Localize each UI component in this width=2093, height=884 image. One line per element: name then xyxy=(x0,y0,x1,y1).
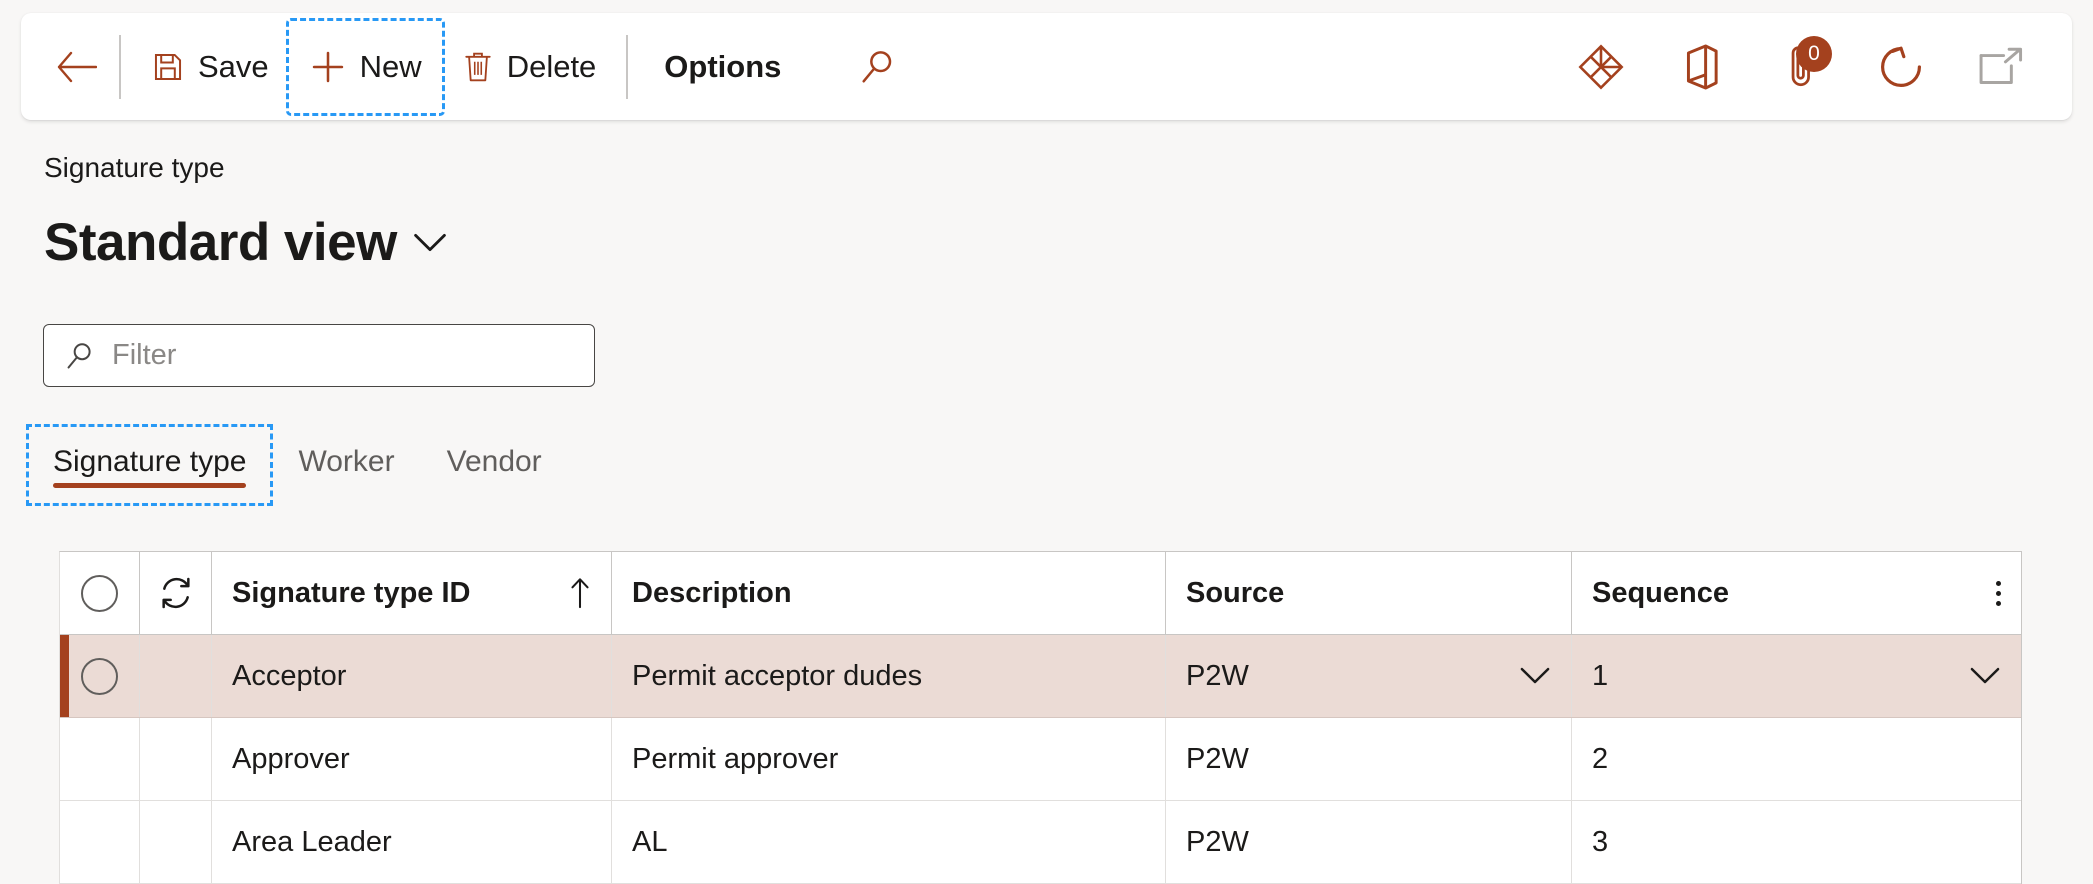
save-button[interactable]: Save xyxy=(131,30,289,104)
toolbar-search-button[interactable] xyxy=(851,40,905,94)
trash-icon xyxy=(465,52,491,81)
source-dropdown-chevron[interactable] xyxy=(1519,666,1551,686)
row-select-circle-icon[interactable] xyxy=(81,657,118,695)
tab-selected-underline xyxy=(53,483,247,488)
cell-sequence[interactable]: 2 xyxy=(1572,718,2021,800)
attachments-button[interactable]: 0 xyxy=(1774,35,1832,94)
cell-source[interactable]: P2W xyxy=(1166,801,1572,883)
more-options-vertical-icon[interactable] xyxy=(1986,580,2001,606)
options-button[interactable]: Options xyxy=(638,30,807,104)
column-header-label: Signature type ID xyxy=(232,576,471,609)
column-header-source[interactable]: Source xyxy=(1166,552,1572,634)
cell-sequence[interactable]: 3 xyxy=(1572,801,2021,883)
filter-field[interactable] xyxy=(43,324,595,387)
row-refresh-cell xyxy=(140,801,212,883)
cell-source-value: P2W xyxy=(1186,659,1249,692)
table-row[interactable]: Acceptor Permit acceptor dudes P2W 1 xyxy=(60,635,2021,718)
powerbi-diamond-button[interactable] xyxy=(1574,40,1628,94)
row-select-cell[interactable] xyxy=(60,801,140,883)
row-select-cell[interactable] xyxy=(60,718,140,800)
tab-strip: Signature type Worker Vendor xyxy=(25,424,568,506)
table-row[interactable]: Approver Permit approver P2W 2 xyxy=(60,718,2021,801)
chevron-down-icon xyxy=(414,233,446,251)
cell-signature-type-id[interactable]: Acceptor xyxy=(212,635,612,717)
sequence-dropdown-chevron[interactable] xyxy=(1969,666,2001,686)
dot xyxy=(1996,600,2001,606)
tab-worker-label: Worker xyxy=(298,445,395,478)
new-button[interactable]: New xyxy=(285,17,445,116)
toolbar-divider-2 xyxy=(626,34,629,99)
search-icon xyxy=(862,50,892,83)
tab-vendor[interactable]: Vendor xyxy=(421,425,568,505)
cell-source[interactable]: P2W xyxy=(1166,718,1572,800)
search-icon xyxy=(67,342,91,368)
sort-ascending-arrow-icon xyxy=(571,578,589,609)
column-header-label: Description xyxy=(632,576,792,609)
circle-select-all-icon[interactable] xyxy=(81,574,118,612)
refresh-icon xyxy=(1881,46,1921,87)
delete-button[interactable]: Delete xyxy=(442,30,617,104)
tab-signature-type-label: Signature type xyxy=(53,445,247,478)
plus-icon xyxy=(312,51,343,82)
column-header-label: Source xyxy=(1186,576,1285,609)
office-app-icon xyxy=(1686,43,1718,90)
dot xyxy=(1996,590,2001,596)
cell-source[interactable]: P2W xyxy=(1166,635,1572,717)
delete-button-label: Delete xyxy=(506,48,597,84)
column-header-description[interactable]: Description xyxy=(612,552,1166,634)
column-header-sequence[interactable]: Sequence xyxy=(1572,552,2021,634)
tab-vendor-label: Vendor xyxy=(446,445,542,478)
command-bar: Save New Delete Options 0 xyxy=(21,13,2072,120)
attachment-count-badge: 0 xyxy=(1796,35,1832,72)
select-all-cell[interactable] xyxy=(60,552,140,634)
refresh-sync-icon xyxy=(161,577,190,609)
new-button-label: New xyxy=(359,48,422,84)
command-bar-right-group: 0 xyxy=(1574,13,2058,120)
tab-worker[interactable]: Worker xyxy=(272,425,420,505)
cell-description[interactable]: Permit approver xyxy=(612,718,1166,800)
powerbi-diamond-icon xyxy=(1578,43,1624,90)
back-arrow-icon xyxy=(57,51,97,82)
command-bar-left-group: Save New Delete Options xyxy=(45,13,905,120)
data-grid: Signature type ID Description Source Seq… xyxy=(59,551,2022,884)
breadcrumb: Signature type xyxy=(44,152,225,183)
open-in-new-window-button[interactable] xyxy=(1974,40,2028,94)
refresh-button[interactable] xyxy=(1874,40,1928,94)
cell-description[interactable]: AL xyxy=(612,801,1166,883)
grid-header-row: Signature type ID Description Source Seq… xyxy=(60,552,2021,635)
refresh-column-cell[interactable] xyxy=(140,552,212,634)
row-refresh-cell xyxy=(140,718,212,800)
page-title-selector[interactable]: Standard view xyxy=(44,212,447,273)
page-title: Standard view xyxy=(44,213,397,272)
cell-sequence[interactable]: 1 xyxy=(1572,635,2021,717)
back-button[interactable] xyxy=(45,30,109,104)
row-selection-indicator xyxy=(60,635,69,717)
tab-signature-type[interactable]: Signature type xyxy=(25,424,274,506)
cell-signature-type-id[interactable]: Approver xyxy=(212,718,612,800)
column-header-label: Sequence xyxy=(1592,576,1729,609)
row-select-cell[interactable] xyxy=(60,635,140,717)
open-in-new-window-icon xyxy=(1979,47,2023,84)
options-button-label: Options xyxy=(664,48,782,84)
dot xyxy=(1996,580,2001,586)
office-app-button[interactable] xyxy=(1674,40,1728,94)
cell-description[interactable]: Permit acceptor dudes xyxy=(612,635,1166,717)
cell-signature-type-id[interactable]: Area Leader xyxy=(212,801,612,883)
toolbar-divider-1 xyxy=(119,34,121,99)
chevron-down-icon xyxy=(1520,667,1550,684)
cell-sequence-value: 1 xyxy=(1592,659,1609,692)
save-disk-icon xyxy=(154,53,182,80)
filter-input[interactable] xyxy=(112,339,574,372)
save-button-label: Save xyxy=(198,48,269,84)
column-header-signature-type-id[interactable]: Signature type ID xyxy=(212,552,612,634)
table-row[interactable]: Area Leader AL P2W 3 xyxy=(60,801,2021,884)
row-refresh-cell xyxy=(140,635,212,717)
chevron-down-icon xyxy=(1970,667,2000,684)
